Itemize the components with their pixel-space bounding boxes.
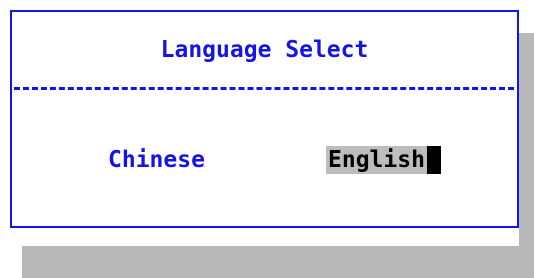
screen: Language Select Chinese English (0, 0, 534, 278)
option-english-label: English (326, 146, 427, 174)
text-cursor (426, 146, 441, 174)
dialog-shadow (519, 33, 534, 246)
option-english[interactable]: English (326, 146, 441, 174)
language-select-dialog: Language Select Chinese English (10, 10, 519, 228)
dialog-shadow-bottom (22, 246, 534, 278)
option-chinese[interactable]: Chinese (108, 146, 205, 174)
dashed-divider (14, 87, 514, 90)
dialog-title: Language Select (160, 37, 369, 63)
